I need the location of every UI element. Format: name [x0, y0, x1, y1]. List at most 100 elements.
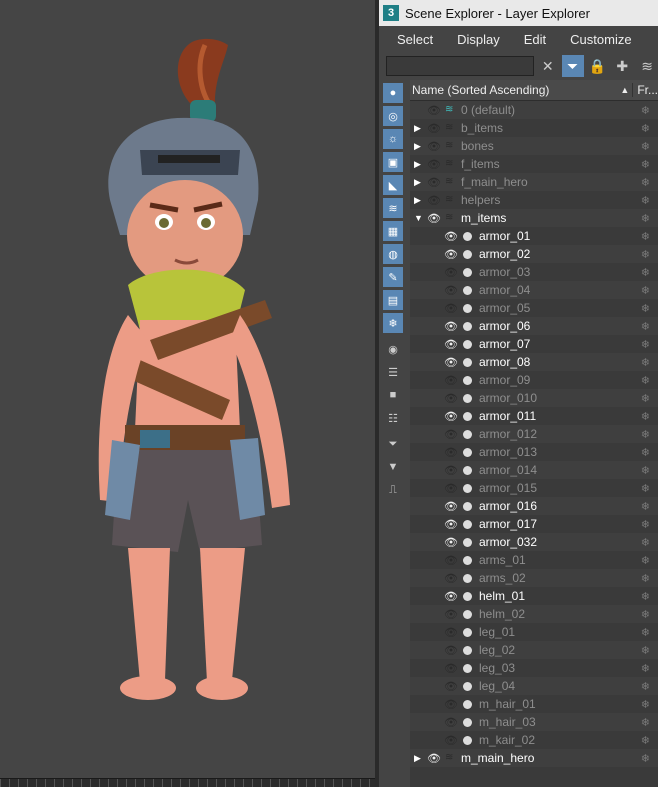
object-row[interactable]: 👁 armor_07 ❄	[410, 335, 658, 353]
freeze-icon[interactable]: ❄	[641, 374, 650, 387]
menu-edit[interactable]: Edit	[524, 32, 546, 47]
object-row[interactable]: 👁 arms_02 ❄	[410, 569, 658, 587]
visibility-eye-icon[interactable]: 👁	[444, 519, 458, 531]
visibility-eye-icon[interactable]: 👁	[444, 717, 458, 729]
object-row[interactable]: 👁 armor_011 ❄	[410, 407, 658, 425]
title-bar[interactable]: 3 Scene Explorer - Layer Explorer	[379, 0, 658, 26]
object-row[interactable]: 👁 armor_09 ❄	[410, 371, 658, 389]
visibility-eye-icon[interactable]: 👁	[444, 735, 458, 747]
geometry-icon[interactable]: ●	[383, 83, 403, 103]
expand-arrow-icon[interactable]: ▶	[414, 123, 424, 134]
freeze-icon[interactable]: ❄	[641, 428, 650, 441]
visibility-eye-icon[interactable]: 👁	[427, 177, 441, 189]
object-row[interactable]: 👁 leg_01 ❄	[410, 623, 658, 641]
visibility-eye-icon[interactable]: 👁	[444, 537, 458, 549]
spacewarps-icon[interactable]: ≋	[383, 198, 403, 218]
menu-customize[interactable]: Customize	[570, 32, 631, 47]
freeze-icon[interactable]: ❄	[641, 644, 650, 657]
visibility-eye-icon[interactable]: 👁	[444, 663, 458, 675]
layer-row[interactable]: ▶ 👁 ≋ helpers ❄	[410, 191, 658, 209]
visibility-eye-icon[interactable]: 👁	[444, 573, 458, 585]
xrefs-icon[interactable]: ◍	[383, 244, 403, 264]
freeze-icon[interactable]: ❄	[641, 482, 650, 495]
menu-select[interactable]: Select	[397, 32, 433, 47]
visibility-eye-icon[interactable]: 👁	[444, 609, 458, 621]
freeze-icon[interactable]: ❄	[641, 266, 650, 279]
layer-row[interactable]: ▼ 👁 ≋ m_items ❄	[410, 209, 658, 227]
freeze-icon[interactable]: ❄	[641, 140, 650, 153]
sync-icon[interactable]: ⎍	[383, 480, 403, 500]
search-input[interactable]	[386, 56, 534, 76]
freeze-icon[interactable]: ❄	[641, 572, 650, 585]
freeze-icon[interactable]: ❄	[641, 104, 650, 117]
helpers-icon[interactable]: ◣	[383, 175, 403, 195]
visibility-eye-icon[interactable]: 👁	[444, 267, 458, 279]
freeze-icon[interactable]: ❄	[641, 698, 650, 711]
shapes-icon[interactable]: ◎	[383, 106, 403, 126]
collapse-arrow-icon[interactable]: ▼	[414, 213, 424, 223]
layers-icon[interactable]: ≋	[636, 55, 658, 77]
freeze-icon[interactable]: ❄	[641, 410, 650, 423]
visibility-eye-icon[interactable]: 👁	[427, 753, 441, 765]
freeze-icon[interactable]: ❄	[641, 338, 650, 351]
layer-row[interactable]: ▶ 👁 ≋ f_main_hero ❄	[410, 173, 658, 191]
object-row[interactable]: 👁 helm_01 ❄	[410, 587, 658, 605]
visibility-eye-icon[interactable]: 👁	[444, 249, 458, 261]
expand-arrow-icon[interactable]: ▶	[414, 753, 424, 764]
lock-icon[interactable]: 🔒	[587, 55, 609, 77]
freeze-icon[interactable]: ❄	[641, 680, 650, 693]
cameras-icon[interactable]: ▣	[383, 152, 403, 172]
freeze-icon[interactable]: ❄	[641, 446, 650, 459]
freeze-column-header[interactable]: Fr...	[632, 83, 658, 97]
filter-icon[interactable]: ⏷	[383, 434, 403, 454]
freeze-icon[interactable]: ❄	[641, 212, 650, 225]
tree-header[interactable]: Name (Sorted Ascending) ▲ Fr...	[410, 80, 658, 101]
object-row[interactable]: 👁 armor_012 ❄	[410, 425, 658, 443]
layer-row[interactable]: ▶ 👁 ≋ m_main_hero ❄	[410, 749, 658, 767]
object-row[interactable]: 👁 armor_05 ❄	[410, 299, 658, 317]
object-row[interactable]: 👁 armor_02 ❄	[410, 245, 658, 263]
visibility-eye-icon[interactable]: 👁	[444, 411, 458, 423]
display-none-icon[interactable]: ■	[383, 385, 403, 405]
display-all-icon[interactable]: ☰	[383, 362, 403, 382]
visibility-eye-icon[interactable]: 👁	[444, 357, 458, 369]
hidden-icon[interactable]: ◉	[383, 339, 403, 359]
visibility-eye-icon[interactable]: 👁	[444, 285, 458, 297]
freeze-icon[interactable]: ❄	[641, 392, 650, 405]
visibility-eye-icon[interactable]: 👁	[444, 303, 458, 315]
add-layer-icon[interactable]: ✚	[611, 55, 633, 77]
freeze-icon[interactable]: ❄	[641, 554, 650, 567]
freeze-icon[interactable]: ❄	[641, 158, 650, 171]
object-row[interactable]: 👁 armor_016 ❄	[410, 497, 658, 515]
visibility-eye-icon[interactable]: 👁	[444, 627, 458, 639]
timeline-ruler[interactable]	[0, 778, 375, 787]
expand-arrow-icon[interactable]: ▶	[414, 195, 424, 206]
layer-row[interactable]: ▶ 👁 ≋ bones ❄	[410, 137, 658, 155]
visibility-eye-icon[interactable]: 👁	[444, 681, 458, 693]
freeze-icon[interactable]: ❄	[641, 752, 650, 765]
object-row[interactable]: 👁 arms_01 ❄	[410, 551, 658, 569]
object-row[interactable]: 👁 armor_03 ❄	[410, 263, 658, 281]
freeze-icon[interactable]: ❄	[641, 716, 650, 729]
freeze-icon[interactable]: ❄	[641, 608, 650, 621]
object-row[interactable]: 👁 armor_010 ❄	[410, 389, 658, 407]
lights-icon[interactable]: ☼	[383, 129, 403, 149]
visibility-eye-icon[interactable]: 👁	[427, 123, 441, 135]
menu-display[interactable]: Display	[457, 32, 500, 47]
expand-arrow-icon[interactable]: ▶	[414, 177, 424, 188]
visibility-eye-icon[interactable]: 👁	[444, 483, 458, 495]
object-row[interactable]: 👁 armor_04 ❄	[410, 281, 658, 299]
visibility-eye-icon[interactable]: 👁	[427, 105, 441, 117]
visibility-eye-icon[interactable]: 👁	[444, 321, 458, 333]
viewport[interactable]	[0, 0, 375, 787]
freeze-icon[interactable]: ❄	[641, 302, 650, 315]
freeze-icon[interactable]: ❄	[641, 248, 650, 261]
freeze-icon[interactable]: ❄	[641, 536, 650, 549]
freeze-icon[interactable]: ❄	[641, 284, 650, 297]
visibility-eye-icon[interactable]: 👁	[427, 141, 441, 153]
object-row[interactable]: 👁 armor_01 ❄	[410, 227, 658, 245]
freeze-icon[interactable]: ❄	[641, 320, 650, 333]
object-row[interactable]: 👁 armor_06 ❄	[410, 317, 658, 335]
clear-search-icon[interactable]: ✕	[537, 55, 559, 77]
object-row[interactable]: 👁 leg_02 ❄	[410, 641, 658, 659]
